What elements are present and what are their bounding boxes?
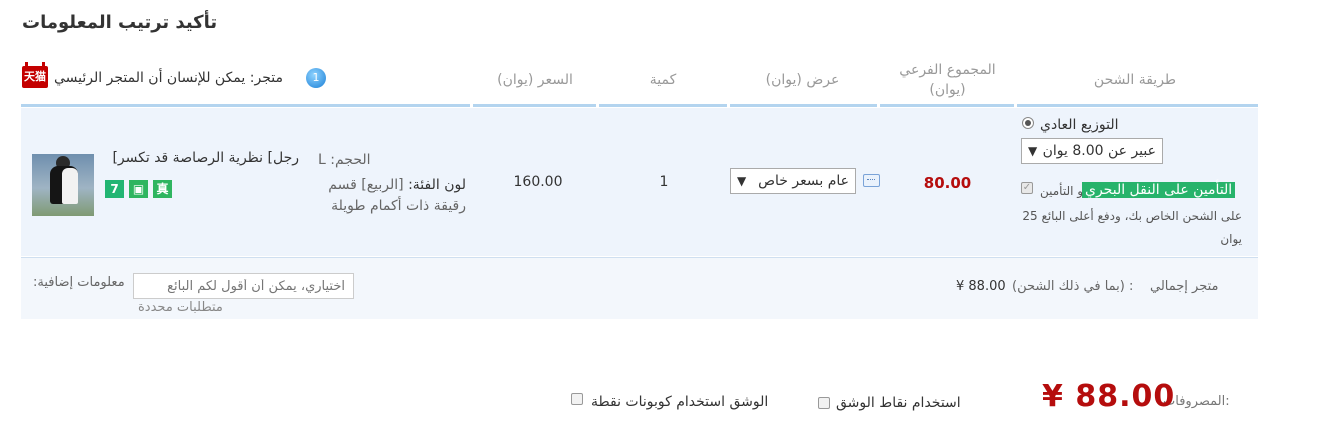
header-divider [1017, 104, 1258, 107]
promotion-selected: عام بسعر خاص [758, 173, 849, 189]
insurance-checkbox[interactable]: ✓ [1021, 182, 1033, 194]
guarantee-icon: ▣ [129, 180, 148, 198]
header-quantity: كمية [649, 72, 677, 88]
header-offer: (عرض (يوان [765, 72, 840, 88]
size-attribute: الحجم: L [318, 152, 371, 168]
header-subtotal-line1: المجموع الفرعي [899, 62, 996, 78]
color-label: لون الفئة: [408, 177, 466, 193]
total-value: ¥ 88.00 [1042, 379, 1176, 414]
header-shipping: طريقة الشحن [1093, 72, 1177, 88]
seven-day-return-icon: 7 [105, 180, 124, 198]
header-divider [21, 104, 470, 107]
chevron-down-icon: ▼ [737, 174, 747, 188]
size-label: الحجم: [330, 152, 371, 168]
chat-icon[interactable]: 1 [306, 68, 326, 88]
product-name[interactable]: رجل] نظرية الرصاصة قد تكسر] [104, 150, 299, 166]
message-input[interactable] [133, 273, 354, 299]
header-price: (السعر (يوان [497, 72, 573, 88]
shipping-radio[interactable] [1022, 117, 1034, 129]
shipping-selected: عبير عن 8.00 يوان [1042, 143, 1156, 159]
tmall-logo: 天猫 [22, 62, 48, 88]
message-label: :معلومات إضافية [33, 275, 125, 290]
unit-price: 160.00 [513, 174, 563, 190]
store-total-value: ¥ 88.00 [956, 279, 1006, 294]
message-hint: متطلبات محددة [138, 300, 223, 315]
shipping-select[interactable]: ▼ عبير عن 8.00 يوان [1021, 138, 1163, 164]
use-points-label[interactable]: استخدام نقاط الوشق [836, 395, 961, 411]
shipping-normal-label: التوزيع العادي [1040, 117, 1119, 133]
use-coupons-checkbox[interactable] [571, 393, 583, 405]
genuine-icon: 真 [153, 180, 172, 198]
insurance-description: على الشحن الخاص بك، ودفع أعلى البائع 25 … [1022, 209, 1242, 246]
header-divider [730, 104, 877, 107]
header-divider [599, 104, 727, 107]
chevron-down-icon: ▼ [1028, 144, 1038, 158]
use-points-checkbox[interactable] [818, 397, 830, 409]
promotion-info-icon[interactable] [863, 174, 880, 187]
color-attribute: لون الفئة: [الربيع] قسم رقيقة ذات أكمام … [318, 175, 466, 217]
promotion-select[interactable]: ▼ عام بسعر خاص [730, 168, 856, 194]
header-divider [880, 104, 1014, 107]
header-divider [473, 104, 596, 107]
product-thumbnail[interactable] [32, 154, 94, 216]
insurance-tag: التأمين على النقل البحري [1082, 182, 1236, 198]
use-coupons-label[interactable]: الوشق استخدام كوبونات نقطة [591, 394, 768, 410]
store-name[interactable]: متجر: يمكن للإنسان أن المتجر الرئيسي [54, 70, 283, 86]
size-value: L [318, 152, 326, 168]
header-subtotal-line2: (يوان) [929, 82, 966, 98]
quantity-value: 1 [659, 174, 669, 190]
row-subtotal: 80.00 [923, 174, 972, 192]
store-total-note: (بما في ذلك الشحن) : [1012, 279, 1134, 294]
insurance-and-label: و التأمين [1040, 184, 1084, 198]
store-total-label: متجر إجمالي [1150, 279, 1219, 294]
page-title: تأكيد ترتيب المعلومات [22, 12, 218, 33]
header-subtotal: المجموع الفرعي (يوان) [880, 60, 1015, 100]
